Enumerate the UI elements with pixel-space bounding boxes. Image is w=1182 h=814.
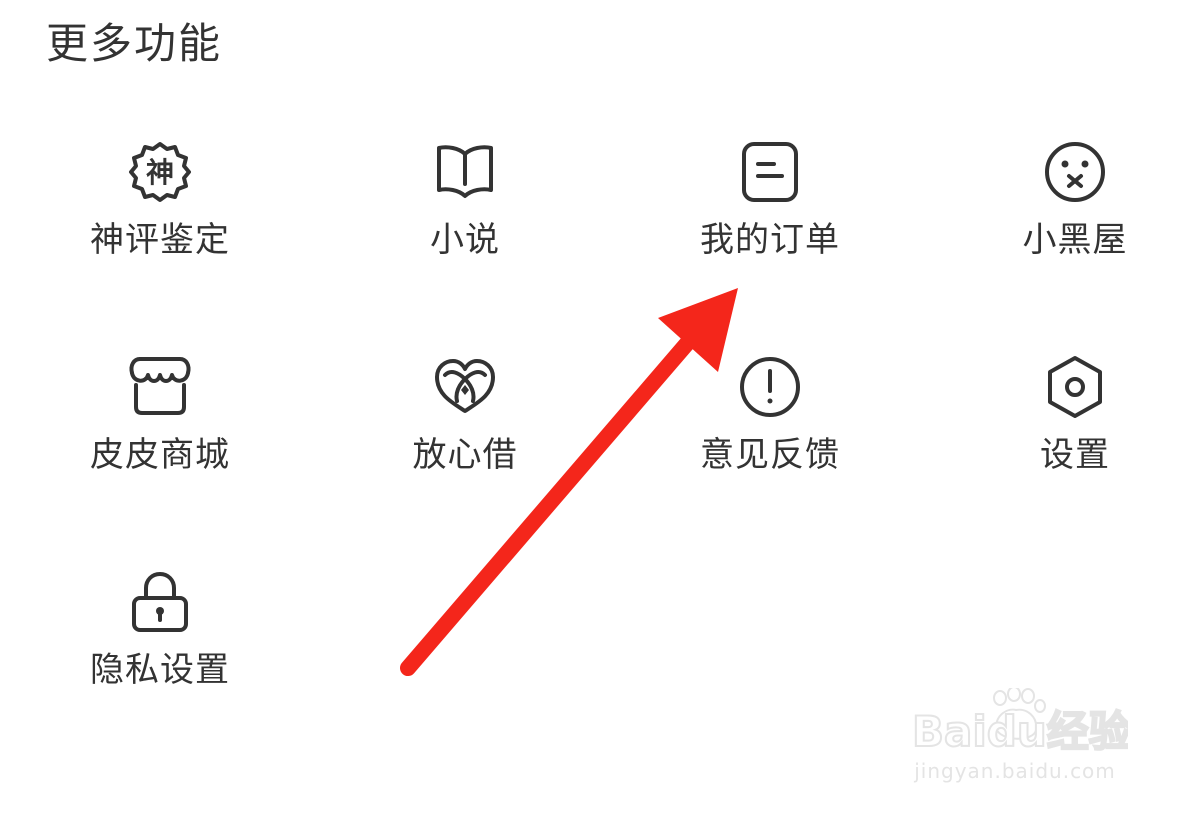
feature-item-shenping[interactable]: 神 神评鉴定 xyxy=(50,140,270,300)
feature-item-settings[interactable]: 设置 xyxy=(965,355,1182,515)
feature-item-pipi-mall[interactable]: 皮皮商城 xyxy=(50,355,270,515)
open-book-icon xyxy=(433,140,497,204)
feature-label: 小说 xyxy=(430,220,500,260)
feature-item-blackhouse[interactable]: 小黑屋 xyxy=(965,140,1182,300)
feature-item-fangxinjie[interactable]: 放心借 xyxy=(355,355,575,515)
feature-item-privacy-settings[interactable]: 隐私设置 xyxy=(50,570,270,730)
feature-item-my-orders[interactable]: 我的订单 xyxy=(660,140,880,300)
order-document-icon xyxy=(738,140,802,204)
feature-label: 放心借 xyxy=(412,435,518,475)
feature-label: 小黑屋 xyxy=(1022,220,1128,260)
feature-label: 我的订单 xyxy=(700,220,840,260)
watermark-url: jingyan.baidu.com xyxy=(914,759,1116,783)
feature-item-feedback[interactable]: 意见反馈 xyxy=(660,355,880,515)
baidu-paw-logo: Baidu经验 xyxy=(911,688,1128,757)
exclamation-circle-icon xyxy=(738,355,802,419)
feature-label: 设置 xyxy=(1040,435,1110,475)
heart-coin-icon xyxy=(433,355,497,419)
lock-icon xyxy=(128,570,192,634)
svg-text:神: 神 xyxy=(146,156,174,189)
baidu-jingyan-watermark: Baidu经验 jingyan.baidu.com xyxy=(900,688,1130,798)
feature-label: 皮皮商城 xyxy=(90,435,230,475)
svg-text:Baidu经验: Baidu经验 xyxy=(912,707,1128,756)
feature-item-novel[interactable]: 小说 xyxy=(355,140,575,300)
shop-store-icon xyxy=(128,355,192,419)
feature-label: 神评鉴定 xyxy=(90,220,230,260)
feature-label: 意见反馈 xyxy=(700,435,840,475)
shen-badge-icon: 神 xyxy=(128,140,192,204)
feature-label: 隐私设置 xyxy=(90,650,230,690)
hexagon-gear-icon xyxy=(1043,355,1107,419)
section-title: 更多功能 xyxy=(46,19,223,68)
dizzy-face-icon xyxy=(1043,140,1107,204)
